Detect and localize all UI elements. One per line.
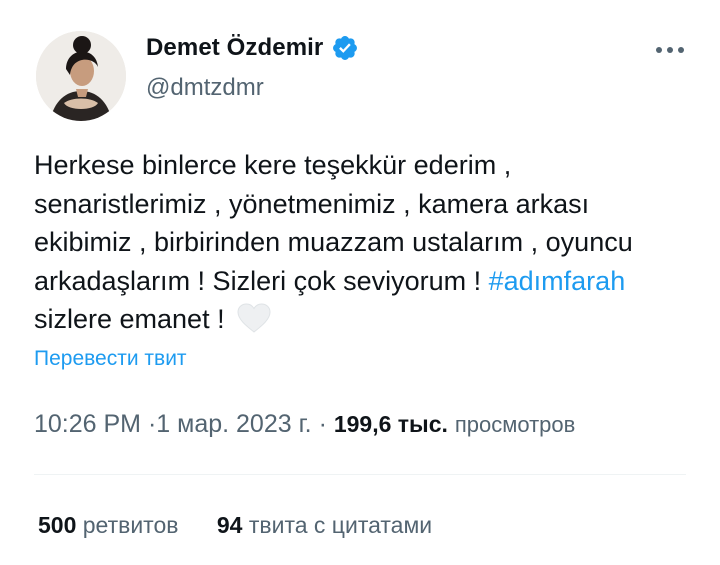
more-dots-icon — [656, 47, 684, 53]
avatar-image — [36, 31, 126, 121]
retweets-count: 500 — [38, 512, 77, 538]
translate-tweet-link[interactable]: Перевести твит — [34, 347, 187, 371]
display-name[interactable]: Demet Özdemir — [146, 34, 323, 62]
author-name-row[interactable]: Demet Özdemir — [146, 34, 359, 62]
meta-separator: · — [318, 410, 327, 438]
quotes-stat[interactable]: 94 твита с цитатами — [217, 512, 432, 538]
hashtag-link[interactable]: #adımfarah — [489, 266, 626, 296]
quotes-count: 94 — [216, 512, 243, 538]
tweet-text-tail: sizlere emanet ! — [34, 304, 233, 334]
retweets-stat[interactable]: 500 ретвитов — [38, 512, 178, 538]
tweet-time[interactable]: 10:26 PM — [34, 410, 141, 438]
views-label: просмотров — [454, 412, 576, 437]
handle[interactable]: @dmtzdmr — [146, 74, 264, 102]
tweet-text: Herkese binlerce kere teşekkür ederim , … — [34, 146, 684, 345]
retweets-label: ретвитов — [82, 512, 179, 538]
divider — [34, 474, 686, 475]
quotes-label: твита с цитатами — [248, 512, 433, 538]
engagement-stats: 500 ретвитов 94 твита с цитатами — [38, 512, 464, 539]
white-heart-icon — [236, 302, 272, 345]
views-count: 199,6 тыс. — [333, 411, 448, 437]
tweet-date[interactable]: 1 мар. 2023 г. — [156, 410, 311, 438]
more-options-button[interactable] — [650, 40, 690, 60]
tweet-metadata: 10:26 PM ·1 мар. 2023 г. · 199,6 тыс. пр… — [34, 410, 575, 439]
verified-badge-icon — [331, 34, 359, 62]
avatar[interactable] — [36, 31, 126, 121]
